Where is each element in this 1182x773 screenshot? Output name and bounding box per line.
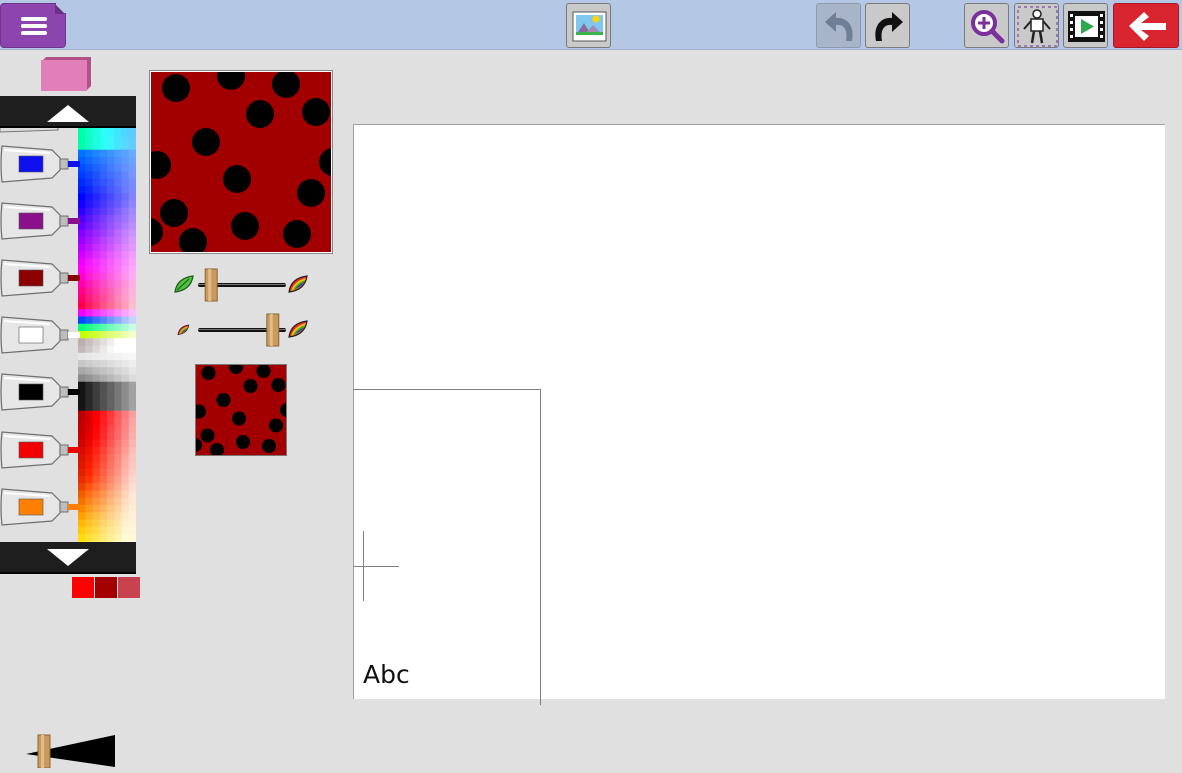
- puppet-button[interactable]: [1014, 3, 1059, 48]
- texture-slider-1-graphic: [174, 268, 308, 302]
- film-play-icon: [1068, 11, 1105, 42]
- palette-scroll-down-button[interactable]: [0, 542, 136, 574]
- color-palette: [0, 96, 136, 574]
- back-button[interactable]: [1113, 3, 1179, 48]
- undo-button[interactable]: [816, 3, 861, 48]
- redo-button[interactable]: [865, 3, 910, 48]
- back-arrow-icon: [1129, 12, 1166, 41]
- texture-slider-1[interactable]: [172, 268, 310, 302]
- landscape-picture-icon: [572, 11, 607, 42]
- recent-color-swatch[interactable]: [72, 577, 94, 598]
- undo-arrow-icon: [825, 12, 853, 41]
- puppet-figure-icon: [1017, 6, 1058, 47]
- brush-size-wedge-icon: [26, 734, 115, 769]
- polka-dot-texture: [135, 62, 347, 256]
- paint-tube-red[interactable]: [0, 428, 80, 472]
- eraser-tool[interactable]: [41, 57, 91, 91]
- zoom-in-icon: [971, 10, 1005, 44]
- recent-color-swatch[interactable]: [118, 577, 140, 598]
- menu-button[interactable]: [0, 3, 66, 48]
- brush-size-slider[interactable]: [24, 734, 116, 769]
- color-gradient-picker[interactable]: [78, 128, 136, 542]
- eraser-icon: [41, 57, 91, 91]
- paint-tube-purple[interactable]: [0, 199, 80, 243]
- paint-tube-orange[interactable]: [0, 485, 80, 529]
- palette-scroll-up-button[interactable]: [0, 96, 136, 128]
- triangle-down-icon: [47, 549, 89, 566]
- paint-tube-white[interactable]: [0, 313, 80, 357]
- texture-preview-small[interactable]: [188, 360, 294, 457]
- top-toolbar: [0, 0, 1182, 50]
- polka-dot-texture-small: [188, 360, 294, 457]
- animation-button[interactable]: [1063, 3, 1108, 48]
- recent-color-swatch[interactable]: [95, 577, 117, 598]
- crosshair-horizontal: [353, 566, 399, 567]
- app-window: Abc: [0, 0, 1182, 773]
- text-sample[interactable]: Abc: [363, 659, 410, 691]
- palette-body: [0, 128, 136, 542]
- texture-preview-large: [135, 62, 347, 256]
- zoom-button[interactable]: [964, 3, 1009, 48]
- paint-tube-black[interactable]: [0, 370, 80, 414]
- redo-arrow-icon: [875, 12, 903, 41]
- texture-slider-2-graphic: [177, 313, 308, 347]
- texture-slider-2[interactable]: [172, 313, 310, 347]
- triangle-up-icon: [47, 105, 89, 122]
- paint-tube-blue[interactable]: [0, 142, 80, 186]
- menu-button-fold-shadow: [55, 4, 65, 14]
- background-picture-button[interactable]: [566, 3, 611, 48]
- paint-tube-dark-red[interactable]: [0, 256, 80, 300]
- text-box-frame: [353, 389, 541, 705]
